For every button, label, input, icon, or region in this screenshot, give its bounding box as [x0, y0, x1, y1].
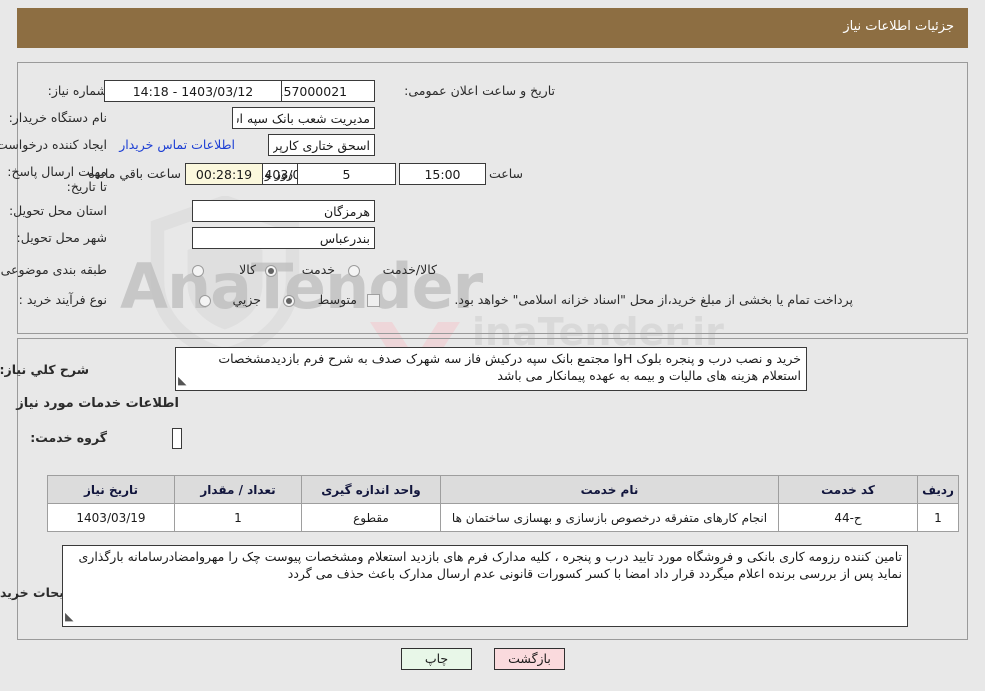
- col-name: نام خدمت: [440, 475, 779, 504]
- table-row[interactable]: 1 ح-44 انجام کارهای متفرقه درخصوص بازساز…: [47, 503, 959, 532]
- countdown-label: ساعت باقي مانده: [88, 166, 181, 181]
- table-header-row: ردیف کد خدمت نام خدمت واحد اندازه گیری ت…: [47, 475, 959, 504]
- request-creator-label: ایجاد کننده درخواست:: [0, 137, 107, 152]
- radio-category-khedmat-label: خدمت: [301, 262, 335, 277]
- announce-datetime-label: تاریخ و ساعت اعلان عمومی:: [404, 83, 555, 98]
- cell-code: ح-44: [778, 503, 918, 532]
- radio-category-kala-khedmat[interactable]: [348, 265, 360, 277]
- buyer-org-field[interactable]: [232, 107, 375, 129]
- delivery-city-field[interactable]: [192, 227, 375, 249]
- general-description-textarea[interactable]: خرید و نصب درب و پنجره بلوک Hوا مجتمع با…: [175, 347, 807, 391]
- need-number-label: شماره نیاز:: [47, 83, 107, 98]
- delivery-province-field[interactable]: [192, 200, 375, 222]
- col-unit: واحد اندازه گیری: [301, 475, 441, 504]
- page-title-bar: جزئیات اطلاعات نیاز: [17, 8, 968, 48]
- announce-datetime-field[interactable]: [104, 80, 282, 102]
- col-date: تاریخ نیاز: [47, 475, 175, 504]
- col-row: ردیف: [917, 475, 959, 504]
- services-table: ردیف کد خدمت نام خدمت واحد اندازه گیری ت…: [47, 475, 959, 532]
- radio-category-khedmat[interactable]: [265, 265, 277, 277]
- radio-category-kala-khedmat-label: کالا/خدمت: [382, 262, 437, 277]
- page-title: جزئیات اطلاعات نیاز: [843, 19, 954, 34]
- general-description-label: شرح کلي نیاز:: [0, 362, 89, 377]
- print-button[interactable]: چاپ: [401, 648, 472, 670]
- page-root: AnaTender inaTender.ir جزئیات اطلاعات نی…: [0, 0, 985, 691]
- buyer-notes-textarea[interactable]: تامین کننده رزومه کاری بانکی و فروشگاه م…: [62, 545, 908, 627]
- cell-quantity: 1: [174, 503, 302, 532]
- remaining-days-label: روز و: [264, 166, 293, 181]
- cell-date: 1403/03/19: [47, 503, 175, 532]
- radio-process-motevaset[interactable]: [283, 295, 295, 307]
- resize-grip-icon[interactable]: ◢: [178, 372, 186, 389]
- col-code: کد خدمت: [778, 475, 918, 504]
- countdown-field[interactable]: [185, 163, 263, 185]
- deadline-hour-field[interactable]: [399, 163, 486, 185]
- delivery-city-label: شهر محل تحویل:: [16, 230, 107, 245]
- service-group-field[interactable]: [172, 428, 182, 449]
- treasury-docs-note: پرداخت تمام یا بخشی از مبلغ خرید،از محل …: [454, 292, 853, 307]
- col-quantity: تعداد / مقدار: [174, 475, 302, 504]
- radio-process-jozi-label: جزیي: [232, 292, 261, 307]
- cell-row: 1: [917, 503, 959, 532]
- delivery-province-label: استان محل تحویل:: [8, 203, 107, 218]
- cell-unit: مقطوع: [301, 503, 441, 532]
- radio-process-motevaset-label: متوسط: [317, 292, 357, 307]
- buyer-notes-text: تامین کننده رزومه کاری بانکی و فروشگاه م…: [78, 549, 903, 581]
- general-description-text: خرید و نصب درب و پنجره بلوک Hوا مجتمع با…: [218, 351, 801, 383]
- services-section-title: اطلاعات خدمات مورد نیاز: [16, 396, 179, 411]
- purchase-process-label: نوع فرآیند خرید :: [18, 292, 107, 307]
- checkbox-treasury-docs[interactable]: [367, 294, 380, 307]
- request-creator-field[interactable]: [268, 134, 375, 156]
- subject-category-label: طبقه بندی موضوعی:: [0, 262, 107, 277]
- back-button[interactable]: بازگشت: [494, 648, 565, 670]
- radio-category-kala-label: کالا: [239, 262, 256, 277]
- resize-grip-icon-2[interactable]: ◢: [65, 608, 73, 625]
- remaining-days-field[interactable]: [297, 163, 396, 185]
- service-group-label: گروه خدمت:: [30, 430, 107, 445]
- radio-category-kala[interactable]: [192, 265, 204, 277]
- cell-name: انجام کارهای متفرقه درخصوص بازسازی و بهس…: [440, 503, 779, 532]
- buyer-org-label: نام دستگاه خریدار:: [8, 110, 107, 125]
- deadline-hour-label: ساعت: [488, 166, 523, 181]
- buyer-contact-link[interactable]: اطلاعات تماس خریدار: [119, 137, 235, 152]
- radio-process-jozi[interactable]: [199, 295, 211, 307]
